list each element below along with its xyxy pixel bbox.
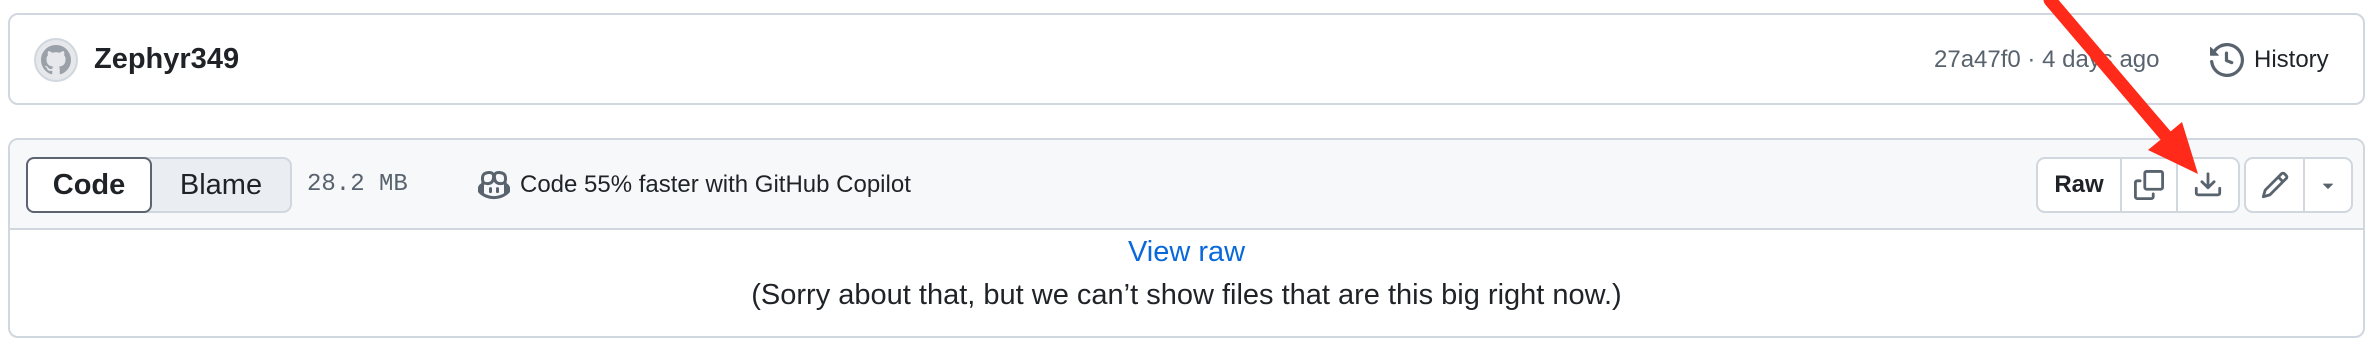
edit-file-button[interactable] xyxy=(2246,159,2303,211)
file-size: 28.2 MB xyxy=(307,171,408,198)
raw-copy-download-group: Raw xyxy=(2036,157,2240,213)
copilot-promo-link[interactable]: Code 55% faster with GitHub Copilot xyxy=(478,167,911,203)
file-viewer: Code Blame 28.2 MB Code 55% faster with … xyxy=(8,138,2365,338)
code-blame-toggle: Code Blame xyxy=(26,157,292,213)
copy-icon xyxy=(2134,170,2164,200)
history-button[interactable]: History xyxy=(2210,40,2329,80)
file-too-large-message: (Sorry about that, but we can’t show fil… xyxy=(751,279,1622,311)
history-label: History xyxy=(2254,46,2329,73)
copilot-icon xyxy=(478,170,510,200)
triangle-down-icon xyxy=(2322,183,2334,189)
file-header: Code Blame 28.2 MB Code 55% faster with … xyxy=(10,140,2363,230)
copy-raw-button[interactable] xyxy=(2120,159,2176,211)
tab-blame[interactable]: Blame xyxy=(152,159,290,211)
github-mark-icon xyxy=(41,45,71,75)
copilot-promo-text: Code 55% faster with GitHub Copilot xyxy=(520,171,911,198)
pencil-icon xyxy=(2261,171,2288,199)
latest-commit-bar: Zephyr349 27a47f0 · 4 days ago History xyxy=(8,13,2365,105)
edit-group xyxy=(2244,157,2353,213)
view-raw-link[interactable]: View raw xyxy=(10,236,2363,269)
more-edit-options-button[interactable] xyxy=(2303,159,2351,211)
raw-button[interactable]: Raw xyxy=(2038,159,2120,211)
tab-code[interactable]: Code xyxy=(26,157,152,213)
commit-sha-and-date[interactable]: 27a47f0 · 4 days ago xyxy=(1934,46,2160,74)
author-avatar[interactable] xyxy=(34,38,78,82)
download-icon xyxy=(2194,172,2222,197)
download-raw-button[interactable] xyxy=(2176,159,2238,211)
raw-label: Raw xyxy=(2054,171,2104,198)
history-icon xyxy=(2210,43,2244,77)
commit-author[interactable]: Zephyr349 xyxy=(94,43,239,76)
